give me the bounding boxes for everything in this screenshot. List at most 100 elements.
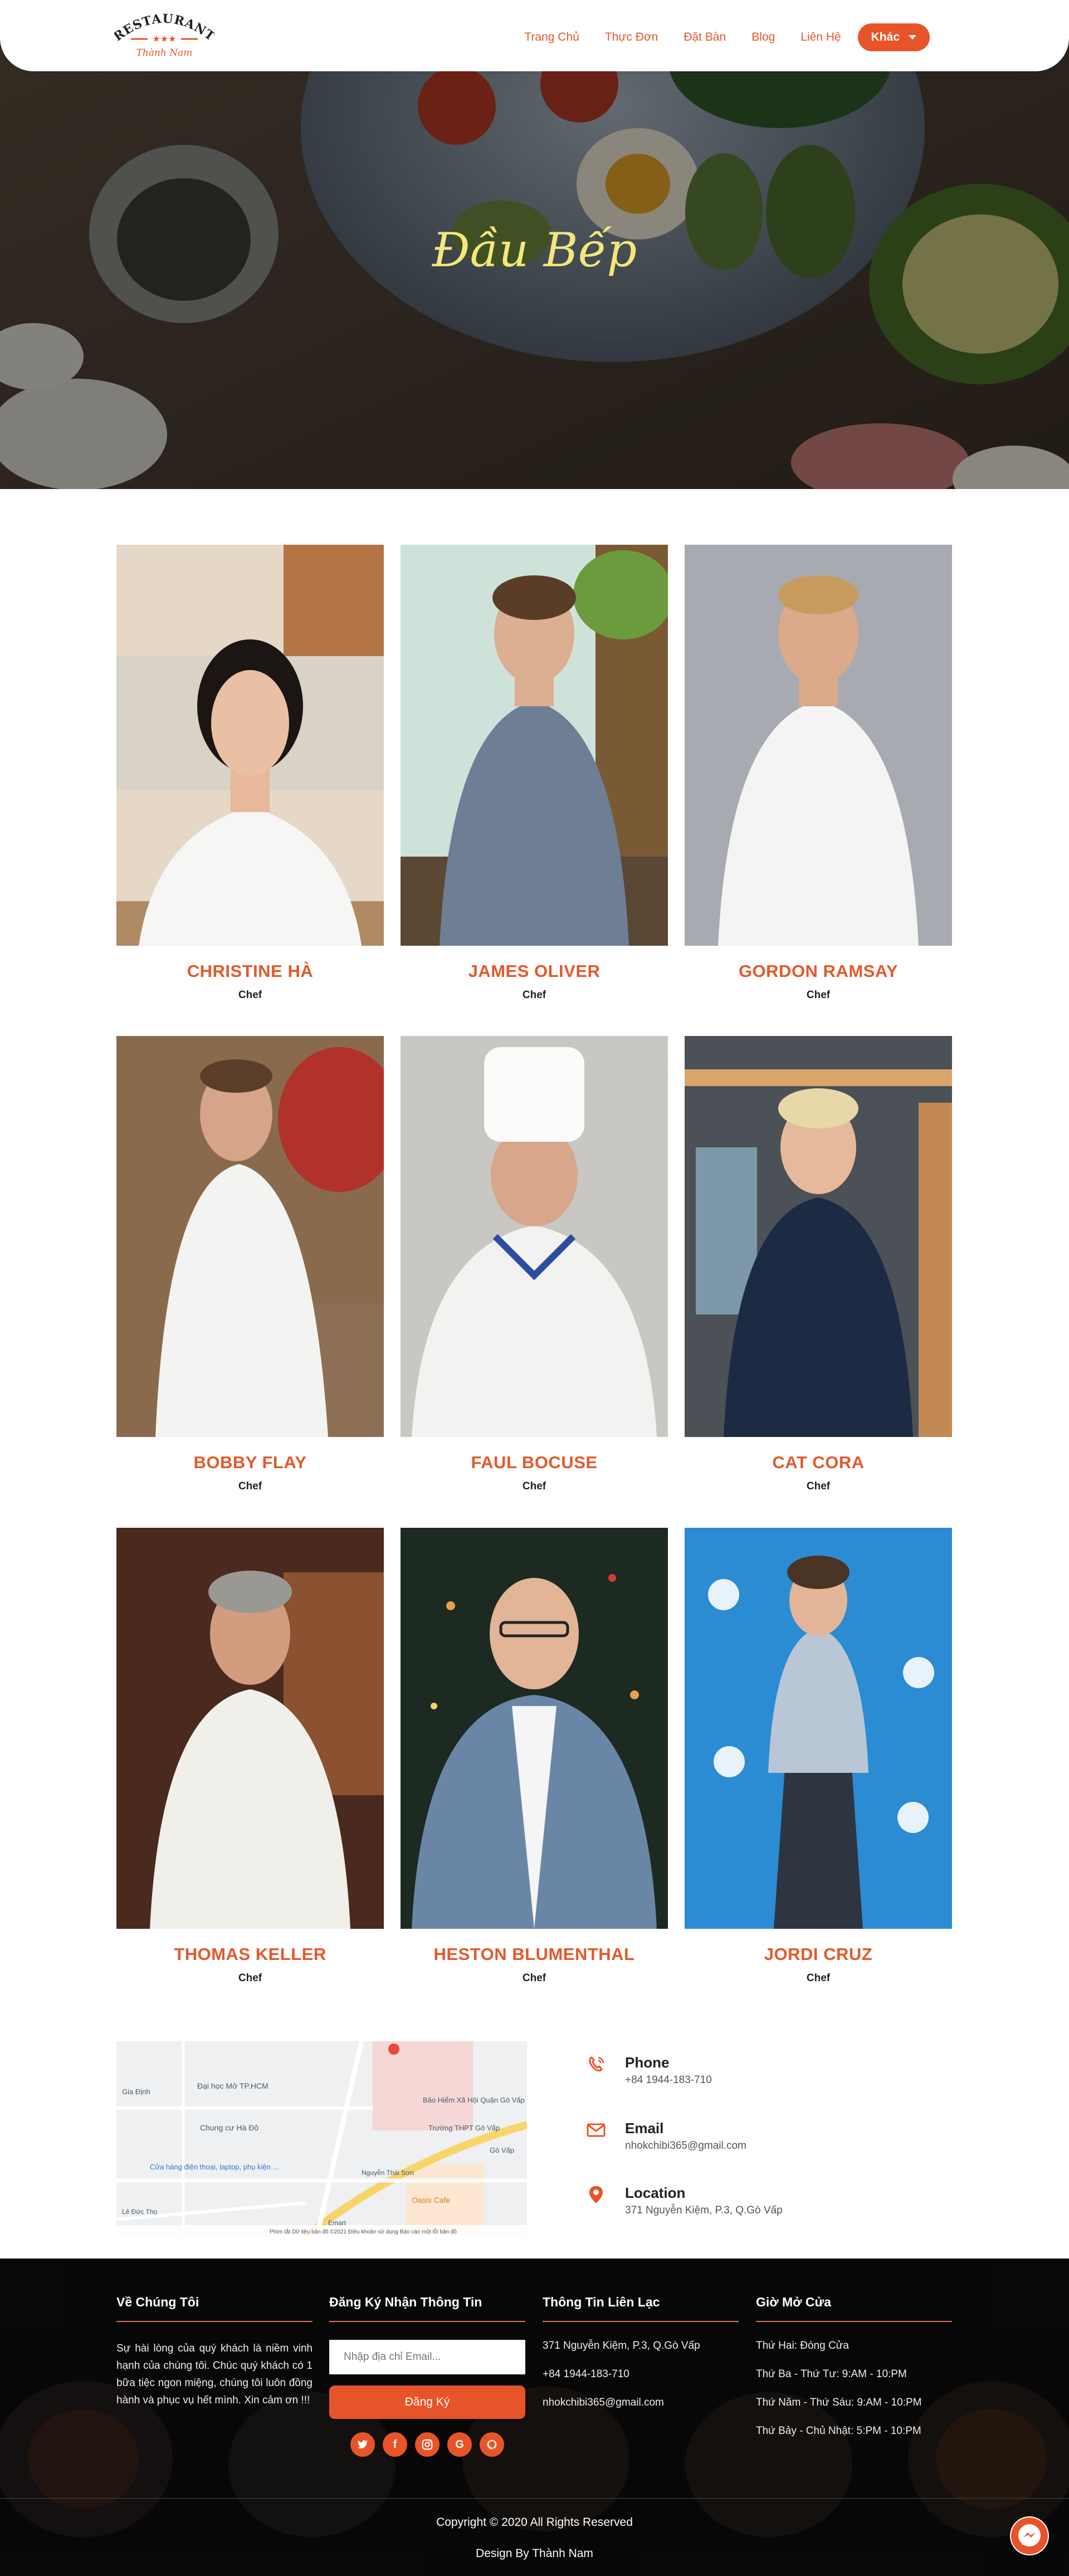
chef-photo [116,545,384,946]
chef-role: Chef [238,989,262,1001]
google-map[interactable]: Đại học Mở TP.HCM Chung cư Hà Đô Bảo Hiể… [116,2041,527,2236]
map-label: Gò Vấp [490,2146,514,2154]
chef-photo [401,545,668,946]
hours-line: Thứ Năm - Thứ Sáu: 9:AM - 10:PM [756,2397,922,2408]
twitter-icon[interactable] [350,2432,375,2457]
chef-name: CAT CORA [772,1453,865,1472]
chef-name: FAUL BOCUSE [471,1453,598,1472]
contact-email-title: Email [625,2120,664,2137]
logo-text-bottom: Thành Nam [136,47,193,58]
messenger-icon [1011,2518,1048,2554]
footer-contact-email[interactable]: nhokchibi365@gmail.com [543,2397,739,2409]
caret-down-icon [909,35,916,40]
footer-hours: Giờ Mở Cửa Thứ Hai: Đóng Cửa Thứ Ba - Th… [756,2295,952,2453]
hours-line: Thứ Bảy - Chủ Nhật: 5:PM - 10:PM [756,2425,921,2437]
chef-photo [116,1528,384,1929]
chef-card: FAUL BOCUSE Chef [401,1036,668,1493]
chef-role: Chef [238,1480,262,1492]
chef-card: CAT CORA Chef [685,1036,952,1493]
chef-photo [401,1036,668,1437]
instagram-icon[interactable] [415,2432,440,2457]
contact-email-value[interactable]: nhokchibi365@gmail.com [625,2140,746,2152]
chef-role: Chef [806,1972,831,1984]
footer-about-title: Về Chúng Tôi [116,2295,313,2322]
logo-stars: ★★★ [152,35,176,44]
chef-photo [685,545,952,946]
footer: Về Chúng Tôi Sự hài lòng của quý khách l… [0,2259,1069,2576]
footer-contact-title: Thông Tin Liên Lạc [543,2295,739,2322]
chef-photo [685,1036,952,1437]
chef-name: BOBBY FLAY [193,1453,307,1472]
design-credit: Design By Thành Nam [476,2547,593,2560]
phone-icon [589,2056,604,2072]
map-label: Cửa hàng điện thoại, laptop, phụ kiện ..… [150,2163,279,2171]
footer-about: Về Chúng Tôi Sự hài lòng của quý khách l… [116,2295,313,2409]
messenger-chat-button[interactable] [1010,2516,1049,2555]
chef-name: CHRISTINE HÀ [187,961,314,981]
chef-role: Chef [806,1480,831,1492]
chef-name: JORDI CRUZ [764,1944,873,1964]
chef-card: JORDI CRUZ Chef [685,1528,952,1984]
map-label: Oasis Cafe [412,2196,450,2204]
nav-item-menu[interactable]: Thực Đơn [605,31,658,44]
chef-card: HESTON BLUMENTHAL Chef [401,1528,668,1984]
contact-location-title: Location [625,2184,686,2201]
map-label: Bảo Hiểm Xã Hội Quận Gò Vấp [423,2096,525,2104]
footer-newsletter: Đăng Ký Nhận Thông Tin Đăng Ký f G [329,2295,525,2457]
page-title: Đầu Bếp [432,223,637,277]
footer-contact-address: 371 Nguyễn Kiệm, P.3, Q.Gò Vấp [543,2340,700,2352]
chef-name: THOMAS KELLER [174,1944,326,1964]
copyright-text: Copyright © 2020 All Rights Reserved [436,2516,633,2529]
google-icon[interactable]: G [447,2432,472,2457]
footer-hours-title: Giờ Mở Cửa [756,2295,952,2322]
envelope-icon [587,2123,606,2137]
social-links: f G [329,2432,525,2457]
map-label: Lê Đức Thọ [122,2208,158,2216]
nav-item-home[interactable]: Trang Chủ [524,31,579,44]
chef-name: JAMES OLIVER [468,961,601,981]
top-navbar: RESTAURANT ★★★ Thành Nam Trang Chủ Thực … [0,0,1069,71]
hours-line: Thứ Ba - Thứ Tư: 9:AM - 10:PM [756,2368,907,2380]
chef-role: Chef [238,1972,262,1984]
map-marker-icon [589,2186,603,2203]
map-label: Đại học Mở TP.HCM [197,2081,269,2090]
contact-location-value: 371 Nguyễn Kiệm, P.3, Q.Gò Vấp [625,2204,783,2216]
chef-card: JAMES OLIVER Chef [401,545,668,1001]
map-label: Nguyễn Thái Sơn [362,2168,414,2177]
footer-divider [0,2498,1069,2499]
footer-contact-phone: +84 1944-183-710 [543,2368,629,2380]
footer-about-text: Sự hài lòng của quý khách là niềm vinh h… [116,2343,313,2406]
map-attribution: Phím tắt Dữ liệu bản đồ ©2021 Điều khoản… [270,2228,457,2235]
chef-role: Chef [806,989,831,1001]
chef-photo [685,1528,952,1929]
more-dropdown-button[interactable]: Khác [857,23,930,51]
chef-role: Chef [522,1972,546,1984]
nav-item-contact[interactable]: Liên Hệ [800,31,841,44]
hours-line: Thứ Hai: Đóng Cửa [756,2340,849,2352]
chef-name: GORDON RAMSAY [738,961,899,981]
map-label: Trường THPT Gò Vấp [428,2124,500,2132]
chef-card: THOMAS KELLER Chef [116,1528,384,1984]
chef-card: CHRISTINE HÀ Chef [116,545,384,1001]
github-icon[interactable] [480,2432,504,2457]
facebook-icon[interactable]: f [383,2432,407,2457]
chef-name: HESTON BLUMENTHAL [433,1944,635,1964]
restaurant-logo[interactable]: RESTAURANT ★★★ Thành Nam [111,10,217,61]
nav-item-booking[interactable]: Đặt Bàn [684,31,726,44]
subscribe-button[interactable]: Đăng Ký [329,2386,525,2419]
map-label: Chung cư Hà Đô [200,2123,258,2132]
map-pin-icon[interactable] [388,2044,399,2055]
chef-card: GORDON RAMSAY Chef [685,545,952,1001]
contact-phone-value: +84 1944-183-710 [625,2074,712,2086]
chef-role: Chef [522,1480,546,1492]
chef-card: BOBBY FLAY Chef [116,1036,384,1493]
map-label: Gia Định [122,2088,150,2096]
footer-newsletter-title: Đăng Ký Nhận Thông Tin [329,2295,525,2322]
more-dropdown-label: Khác [871,31,900,43]
chef-role: Chef [522,989,546,1001]
chef-photo [401,1528,668,1929]
nav-item-blog[interactable]: Blog [751,31,775,44]
main-menu: Trang Chủ Thực Đơn Đặt Bàn Blog Liên Hệ … [499,23,930,51]
newsletter-email-input[interactable] [329,2340,525,2374]
footer-contact: Thông Tin Liên Lạc 371 Nguyễn Kiệm, P.3,… [543,2295,739,2425]
